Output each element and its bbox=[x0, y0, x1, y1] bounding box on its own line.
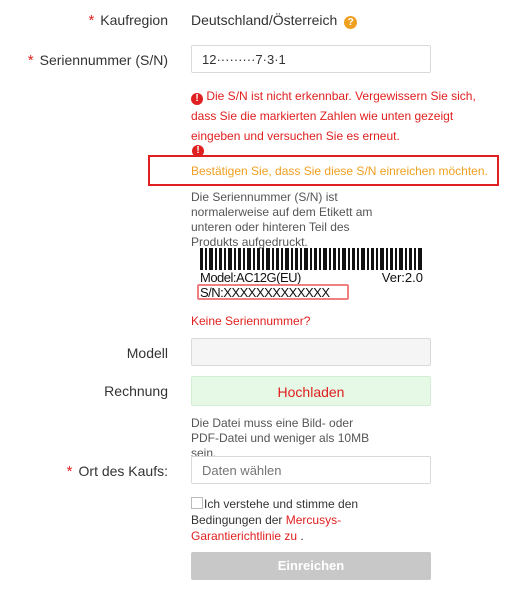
serial-label: * Seriennummer (S/N) bbox=[27, 52, 168, 69]
question-circle-icon[interactable]: ? bbox=[344, 16, 358, 29]
no-serial-link[interactable]: Keine Seriennummer? bbox=[191, 314, 310, 328]
model-label: Modell bbox=[126, 345, 168, 361]
serial-input[interactable] bbox=[191, 45, 431, 73]
place-label: * Ort des Kaufs: bbox=[66, 463, 168, 480]
label-model-text: Model:AC12G(EU) bbox=[200, 270, 301, 285]
serial-error-message: ! Die S/N ist nicht erkennbar. Vergewiss… bbox=[191, 89, 476, 143]
model-input[interactable] bbox=[191, 338, 431, 366]
invoice-label: Rechnung bbox=[104, 383, 168, 399]
region-label: * Kaufregion bbox=[88, 12, 168, 29]
region-value: Deutschland/Österreich ? bbox=[191, 12, 358, 29]
exclamation-circle-icon: ! bbox=[191, 93, 203, 105]
required-marker: * bbox=[27, 52, 34, 69]
confirm-message[interactable]: Bestätigen Sie, dass Sie diese S/N einre… bbox=[191, 164, 488, 178]
agree-text-end: . bbox=[297, 529, 304, 543]
required-marker: * bbox=[66, 463, 73, 480]
invoice-hint: Die Datei muss eine Bild- oder PDF-Datei… bbox=[191, 416, 370, 460]
place-date-input[interactable] bbox=[191, 456, 431, 484]
label-version-text: Ver:2.0 bbox=[381, 270, 423, 285]
agree-checkbox[interactable] bbox=[191, 497, 203, 509]
product-label-image: Model:AC12G(EU) Ver:2.0 S/N:XXXXXXXXXXXX… bbox=[197, 246, 427, 304]
serial-hint: Die Seriennummer (S/N) ist normalerweise… bbox=[191, 190, 373, 249]
label-sn-text: S/N:XXXXXXXXXXXXX bbox=[200, 285, 330, 300]
agree-block: Ich verstehe und stimme den Bedingungen … bbox=[191, 496, 391, 544]
submit-button[interactable]: Einreichen bbox=[191, 552, 431, 580]
upload-button[interactable]: Hochladen bbox=[191, 376, 431, 406]
required-marker: * bbox=[88, 12, 95, 29]
